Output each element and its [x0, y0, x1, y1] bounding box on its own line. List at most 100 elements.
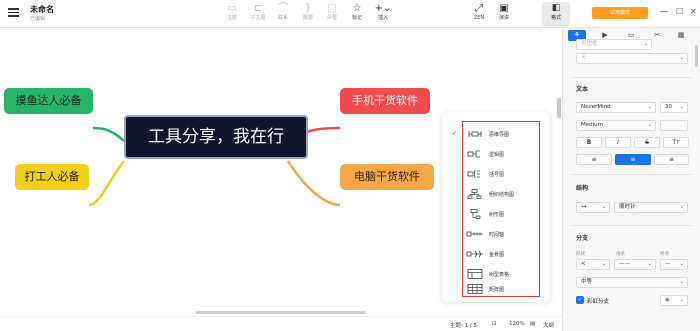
- align-left-button[interactable]: ≡: [576, 154, 612, 165]
- bold-button[interactable]: B: [576, 137, 602, 148]
- align-right-button[interactable]: ≡: [654, 154, 689, 165]
- star-marker-icon: ☆: [352, 3, 362, 14]
- tree-table-icon: [467, 269, 483, 279]
- org-chart-icon: [467, 189, 482, 199]
- yellow-branch-line: [88, 160, 125, 207]
- toolbar-summary-button[interactable]: } 概要: [296, 3, 320, 22]
- tab-layout[interactable]: ▦: [672, 30, 690, 41]
- topic-worker-essentials[interactable]: 打工人必备: [15, 164, 89, 190]
- line-label: 线条: [616, 252, 625, 257]
- zoom-fit-icon[interactable]: ⊡: [492, 321, 497, 327]
- end-label: 终点: [660, 252, 669, 257]
- trial-mode-button[interactable]: 试用模式: [592, 7, 648, 19]
- branch-width-select[interactable]: 中等 ⌄: [576, 277, 688, 288]
- relationship-icon: ⌒: [278, 3, 288, 14]
- structure-option-logic[interactable]: 逻辑图: [448, 146, 538, 162]
- structure-option-tree[interactable]: 树形图: [448, 206, 538, 222]
- branch-shape-select[interactable]: ≺ ⌄: [576, 259, 610, 270]
- text-section-heading: 文本: [576, 86, 589, 93]
- structure-option-brace[interactable]: 括号图: [448, 166, 538, 182]
- summary-icon: }: [304, 3, 312, 14]
- align-left-icon: ≡: [591, 156, 597, 163]
- mindmap-structure-icon: ⊶: [581, 204, 587, 210]
- pitch-mode-button[interactable]: ▣ 演讲: [492, 3, 516, 22]
- rainbow-color-select[interactable]: ◉ ⌄: [660, 295, 688, 306]
- paint-icon: ⚘: [573, 31, 581, 39]
- structure-option-timeline[interactable]: 时间轴: [448, 226, 538, 242]
- fishbone-icon: [466, 250, 483, 258]
- rainbow-branch-label: 彩虹分支: [587, 299, 610, 305]
- align-center-icon: ≡: [630, 156, 636, 163]
- topic-icon: ▭: [227, 3, 237, 14]
- line-end-icon: —: [665, 261, 671, 267]
- matrix-icon: [467, 284, 483, 294]
- format-panel-toggle[interactable]: ◧ 格式: [542, 2, 570, 26]
- color-wheel-icon: ◉: [665, 297, 670, 303]
- zen-mode-button[interactable]: ⤢ ZEN: [467, 3, 491, 22]
- structure-section-heading: 结构: [576, 185, 589, 192]
- presentation-icon: ▣: [499, 3, 509, 14]
- toolbar-boundary-button[interactable]: ⬚ 外框: [320, 3, 344, 22]
- format-panel-icon: ◧: [551, 3, 561, 13]
- status-bar: 主题: 1 / 5 ⊡ 120% ▤ 大纲: [0, 316, 562, 331]
- font-size-select[interactable]: 30 ⌄: [660, 102, 688, 113]
- structure-option-matrix[interactable]: 矩阵图: [448, 281, 538, 297]
- strikethrough-button[interactable]: S: [634, 137, 660, 148]
- tree-chart-icon: [470, 209, 481, 219]
- document-title: 未命名: [30, 5, 54, 14]
- panel-divider: [570, 174, 692, 175]
- panel-divider: [570, 225, 692, 226]
- note-icon: ▭: [627, 31, 635, 39]
- map-icon: ▶: [602, 31, 608, 39]
- canvas-horizontal-scrollbar[interactable]: [196, 311, 366, 314]
- outline-label[interactable]: 大纲: [543, 321, 554, 329]
- font-family-select[interactable]: NeverMind ⌄: [576, 102, 656, 113]
- toolbar-insert-button[interactable]: +⌄ 插入: [371, 3, 395, 22]
- maximize-icon[interactable]: ☐: [676, 7, 683, 16]
- text-case-button[interactable]: Tт: [663, 137, 689, 148]
- close-icon[interactable]: ✕: [690, 7, 697, 16]
- mindmap-structure-icon: [468, 131, 482, 137]
- topic-pc-software[interactable]: 电脑干货软件: [340, 164, 434, 190]
- structure-option-mindmap[interactable]: ✓ 思维导图: [448, 126, 538, 142]
- toolbar-marker-button[interactable]: ☆ 标记: [345, 3, 369, 22]
- grid-icon: ▦: [677, 31, 685, 39]
- toolbar-topic-button[interactable]: ▭ 主题: [220, 3, 244, 22]
- border-style-select[interactable]: 无边框 ⌄: [576, 39, 652, 50]
- hamburger-menu-icon[interactable]: [8, 8, 19, 17]
- topic-fishing-expert[interactable]: 摸鱼达人必备: [4, 88, 93, 114]
- font-weight-select[interactable]: Medium ⌄: [576, 120, 656, 131]
- zoom-level[interactable]: 120%: [509, 321, 525, 327]
- scissors-icon: ✂: [654, 31, 660, 39]
- plus-insert-icon: +⌄: [374, 3, 392, 14]
- toolbar-relationship-button[interactable]: ⌒ 联系: [271, 3, 295, 22]
- brace-map-icon: [467, 169, 480, 179]
- structure-option-fishbone[interactable]: 鱼骨图: [448, 246, 538, 262]
- subtopic-icon: ⊏: [253, 3, 263, 14]
- toolbar-subtopic-button[interactable]: ⊏ 子主题: [246, 3, 270, 22]
- structure-option-org-chart[interactable]: 组织结构图: [448, 186, 538, 202]
- panel-scrollbar[interactable]: [695, 45, 698, 67]
- topic-count: 主题: 1 / 5: [450, 323, 477, 329]
- branch-line-select[interactable]: —— ⌄: [614, 259, 656, 270]
- canvas-vertical-scrollbar[interactable]: [557, 98, 561, 118]
- rainbow-branch-checkbox[interactable]: ✓: [576, 296, 584, 304]
- direction-select[interactable]: 顺时针 ⌄: [614, 202, 688, 213]
- central-topic[interactable]: 工具分享，我在行: [124, 115, 308, 159]
- branch-shape-icon: ≺: [581, 261, 586, 267]
- text-color-swatch[interactable]: [660, 120, 688, 131]
- structure-type-select[interactable]: ⊶ ⌄: [576, 202, 610, 213]
- topic-mobile-software[interactable]: 手机干货软件: [340, 88, 430, 114]
- outline-panel-icon[interactable]: ▤: [530, 321, 535, 327]
- align-right-icon: ≡: [668, 156, 675, 163]
- structure-option-tree-table[interactable]: 树型表格: [448, 266, 538, 282]
- italic-button[interactable]: I: [605, 137, 631, 148]
- logic-chart-icon: [467, 150, 480, 158]
- panel-divider: [570, 77, 692, 78]
- fill-select[interactable]: 无 ⌄: [576, 53, 688, 64]
- align-center-button[interactable]: ≡: [615, 154, 651, 165]
- checkmark-icon: ✓: [452, 130, 458, 137]
- minimize-icon[interactable]: —: [660, 7, 668, 16]
- branch-end-select[interactable]: — ⌄: [660, 259, 688, 270]
- zen-expand-icon: ⤢: [475, 3, 483, 14]
